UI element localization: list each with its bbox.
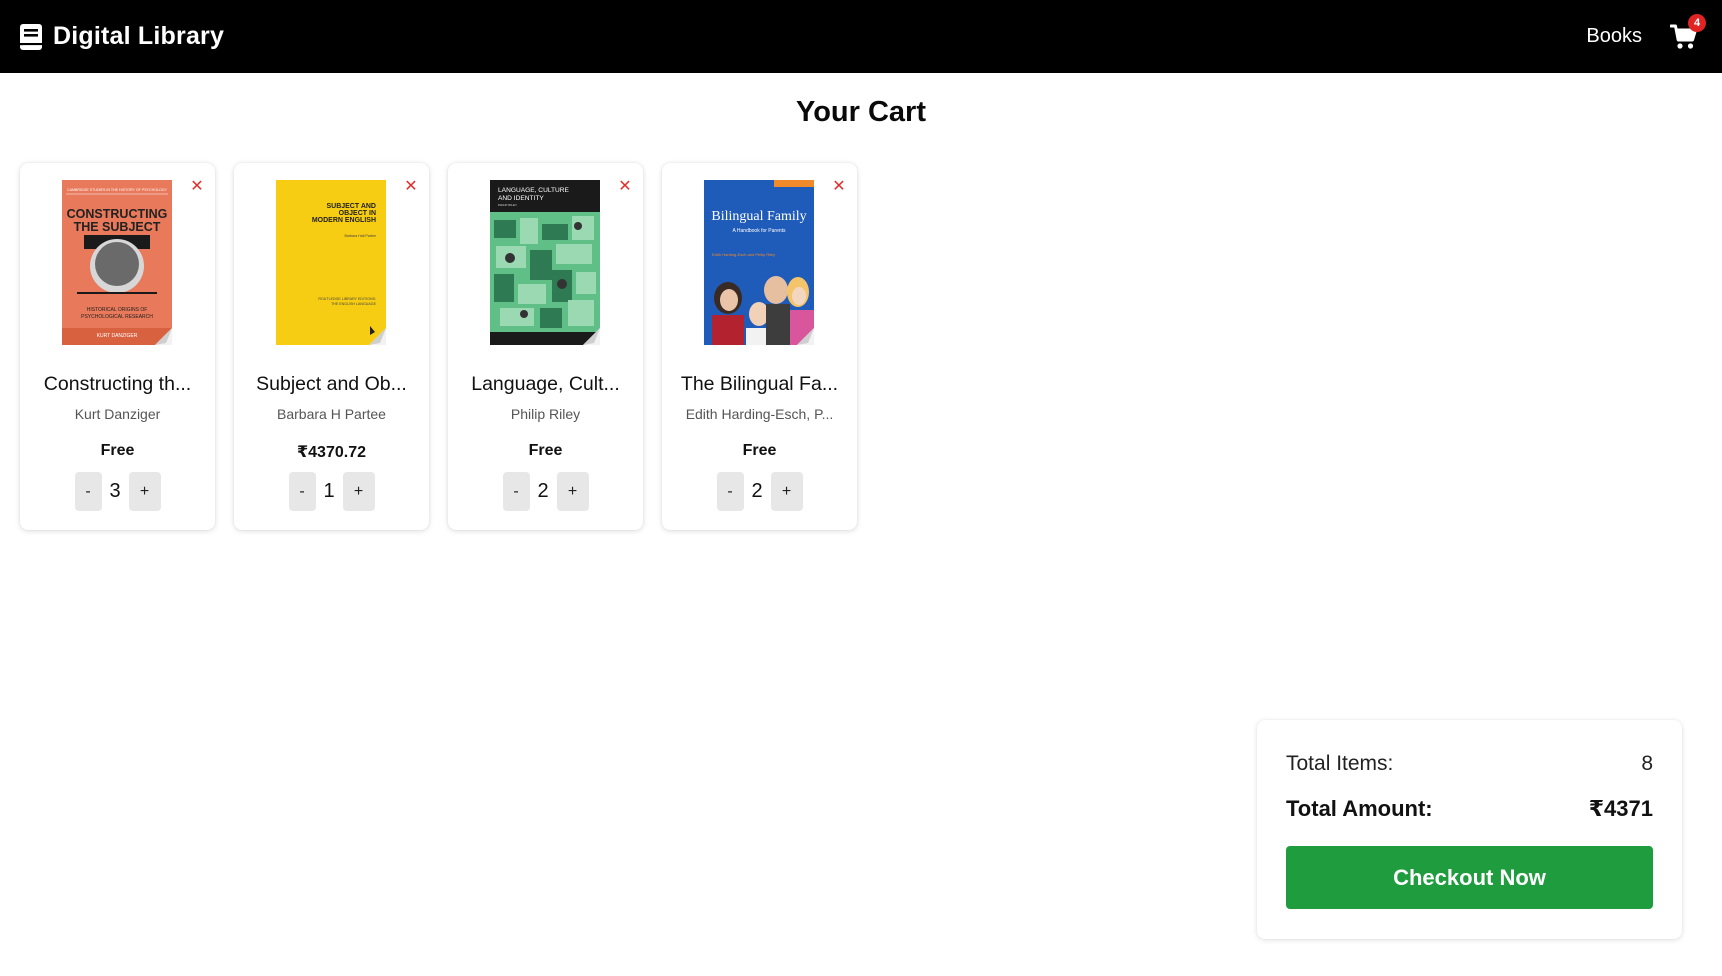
- quantity-value: 2: [751, 480, 763, 502]
- quantity-stepper: - 2 +: [662, 472, 857, 511]
- decrease-quantity-button[interactable]: -: [502, 472, 530, 511]
- total-amount-label: Total Amount:: [1286, 796, 1433, 821]
- svg-text:Bilingual Family: Bilingual Family: [711, 209, 806, 224]
- total-items-row: Total Items: 8: [1286, 752, 1653, 776]
- total-items-label: Total Items:: [1286, 752, 1394, 775]
- quantity-stepper: - 3 +: [20, 472, 215, 511]
- book-icon: [20, 23, 42, 50]
- book-cover-image: CAMBRIDGE STUDIES IN THE HISTORY OF PSYC…: [62, 180, 172, 345]
- cart-count-badge: 4: [1688, 13, 1706, 32]
- brand[interactable]: Digital Library: [20, 0, 224, 73]
- quantity-value: 3: [109, 480, 121, 502]
- cart-items-list: ✕ CAMBRIDGE STUDIES IN THE HISTORY OF PS…: [20, 163, 857, 530]
- quantity-stepper: - 1 +: [234, 472, 429, 511]
- book-title: Language, Cult...: [471, 373, 620, 395]
- page-title: Your Cart: [796, 96, 926, 128]
- book-author: Barbara H Partee: [277, 406, 386, 422]
- remove-item-button[interactable]: ✕: [189, 179, 205, 195]
- book-cover-image: SUBJECT AND OBJECT IN MODERN ENGLISH Bar…: [276, 180, 386, 345]
- cart-item-card: ✕ LANGUAGE, CULTURE AND IDENTITY PHILIP …: [448, 163, 643, 530]
- nav-links: Books 4: [1586, 0, 1722, 73]
- svg-text:LANGUAGE, CULTURE: LANGUAGE, CULTURE: [498, 187, 570, 194]
- book-cover-image: Bilingual Family A Handbook for Parents …: [704, 180, 814, 345]
- book-price: Free: [528, 442, 563, 459]
- svg-text:OBJECT IN: OBJECT IN: [339, 210, 376, 217]
- top-navbar: Digital Library Books 4: [0, 0, 1722, 73]
- cart-item-card: ✕ SUBJECT AND OBJECT IN MODERN ENGLISH B…: [234, 163, 429, 530]
- svg-text:Edith Harding-Esch and Philip: Edith Harding-Esch and Philip Riley: [712, 252, 775, 257]
- svg-text:A Handbook for Parents: A Handbook for Parents: [732, 228, 786, 234]
- svg-text:Barbara Hall Partee: Barbara Hall Partee: [344, 234, 376, 238]
- svg-text:AND IDENTITY: AND IDENTITY: [498, 195, 544, 202]
- total-amount-value: ₹4371: [1588, 796, 1653, 821]
- quantity-value: 2: [537, 480, 549, 502]
- svg-text:HISTORICAL ORIGINS OF: HISTORICAL ORIGINS OF: [87, 307, 148, 313]
- remove-item-button[interactable]: ✕: [403, 179, 419, 195]
- cart-button[interactable]: 4: [1669, 13, 1706, 51]
- svg-text:THE SUBJECT: THE SUBJECT: [74, 220, 161, 234]
- cart-summary: Total Items: 8 Total Amount: ₹4371 Check…: [1257, 720, 1682, 939]
- book-price: Free: [100, 442, 135, 459]
- nav-books-link[interactable]: Books: [1586, 25, 1642, 48]
- svg-text:PHILIP RILEY: PHILIP RILEY: [498, 203, 517, 207]
- total-amount-row: Total Amount: ₹4371: [1286, 796, 1653, 822]
- total-items-value: 8: [1641, 752, 1653, 775]
- svg-text:KURT DANZIGER: KURT DANZIGER: [97, 333, 138, 339]
- book-author: Edith Harding-Esch, P...: [685, 406, 834, 422]
- svg-text:THE ENGLISH LANGUAGE: THE ENGLISH LANGUAGE: [331, 302, 377, 306]
- book-title: Subject and Ob...: [256, 373, 407, 395]
- decrease-quantity-button[interactable]: -: [288, 472, 316, 511]
- cart-item-card: ✕ Bilingual Family A Handbook for Parent…: [662, 163, 857, 530]
- book-title: Constructing th...: [43, 373, 192, 395]
- remove-item-button[interactable]: ✕: [831, 179, 847, 195]
- svg-text:MODERN ENGLISH: MODERN ENGLISH: [312, 217, 376, 224]
- quantity-stepper: - 2 +: [448, 472, 643, 511]
- book-price: Free: [742, 442, 777, 459]
- book-title: The Bilingual Fa...: [680, 373, 839, 395]
- remove-item-button[interactable]: ✕: [617, 179, 633, 195]
- increase-quantity-button[interactable]: +: [128, 472, 161, 511]
- book-cover-image: LANGUAGE, CULTURE AND IDENTITY PHILIP RI…: [490, 180, 600, 345]
- svg-text:SUBJECT AND: SUBJECT AND: [326, 203, 376, 210]
- svg-text:ROUTLEDGE LIBRARY EDITIONS:: ROUTLEDGE LIBRARY EDITIONS:: [318, 297, 376, 301]
- brand-title: Digital Library: [53, 22, 225, 50]
- increase-quantity-button[interactable]: +: [342, 472, 375, 511]
- book-author: Philip Riley: [510, 406, 581, 422]
- cart-item-card: ✕ CAMBRIDGE STUDIES IN THE HISTORY OF PS…: [20, 163, 215, 530]
- svg-text:CONSTRUCTING: CONSTRUCTING: [67, 207, 168, 221]
- quantity-value: 1: [323, 480, 335, 502]
- checkout-button[interactable]: Checkout Now: [1286, 846, 1653, 909]
- book-price: ₹4370.72: [297, 444, 366, 461]
- svg-text:PSYCHOLOGICAL RESEARCH: PSYCHOLOGICAL RESEARCH: [81, 314, 153, 320]
- increase-quantity-button[interactable]: +: [556, 472, 589, 511]
- svg-text:CAMBRIDGE STUDIES IN THE HISTO: CAMBRIDGE STUDIES IN THE HISTORY OF PSYC…: [67, 188, 168, 192]
- book-author: Kurt Danziger: [74, 406, 161, 422]
- increase-quantity-button[interactable]: +: [770, 472, 803, 511]
- decrease-quantity-button[interactable]: -: [716, 472, 744, 511]
- decrease-quantity-button[interactable]: -: [74, 472, 102, 511]
